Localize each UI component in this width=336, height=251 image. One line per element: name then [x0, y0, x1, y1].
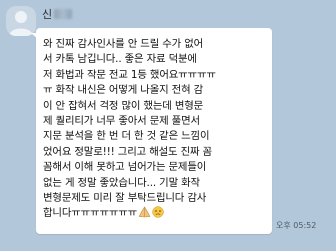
message-timestamp: 오후 05:52 [276, 221, 317, 230]
worried-face-emoji [152, 206, 164, 223]
sender-name: 신 [42, 6, 73, 22]
redacted-name-blur [54, 9, 73, 19]
sender-name-text: 신 [42, 8, 53, 21]
default-profile-icon [9, 11, 33, 36]
sender-avatar[interactable] [6, 6, 36, 36]
folded-hands-emoji [138, 206, 151, 223]
message-text: 와 진짜 감사인사를 안 드릴 수가 없어 서 카톡 남깁니다.. 좋은 자료 … [43, 37, 266, 224]
message-bubble[interactable]: 와 진짜 감사인사를 안 드릴 수가 없어 서 카톡 남깁니다.. 좋은 자료 … [36, 28, 272, 234]
